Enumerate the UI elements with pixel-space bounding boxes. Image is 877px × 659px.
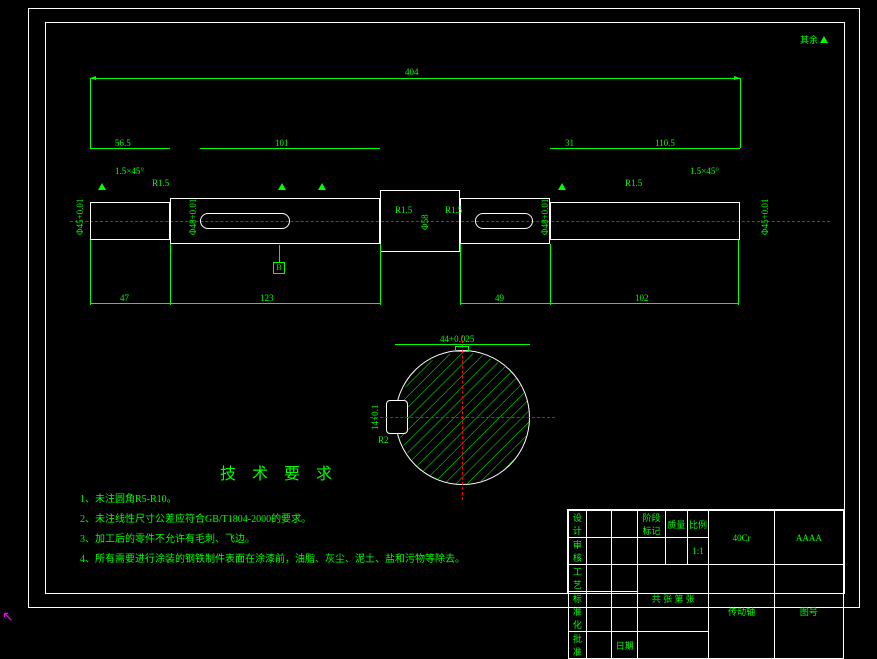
cad-cursor-icon: ↖ [2, 609, 14, 626]
dim-seg4-bot: 49 [495, 293, 504, 303]
dim-seg2-bot: 123 [260, 293, 274, 303]
tb-design-label: 设计 [569, 511, 587, 538]
keyway-right [475, 213, 533, 229]
tb-process-label: 工艺 [569, 565, 587, 592]
tb-date-label: 日期 [612, 632, 638, 659]
tb-check-label: 审核 [569, 538, 587, 565]
req-line-3: 3、加工后的零件不允许有毛刺、飞边。 [80, 530, 255, 545]
shaft-seg-1 [90, 202, 170, 240]
dim-chamfer-right: 1.5×45° [690, 166, 719, 176]
dim-seg4-top: 31 [565, 138, 574, 148]
datum-b: B [273, 262, 285, 274]
section-top-key [455, 346, 469, 352]
shaft-seg-5 [550, 202, 740, 240]
dim-seg5-bot: 102 [635, 293, 649, 303]
tb-approve-label: 批准 [569, 632, 587, 659]
dim-dia-mid-l: Φ48+0.01 [188, 199, 198, 235]
sf-mark-2 [278, 182, 286, 192]
sf-mark-4 [558, 182, 566, 192]
dim-r-right: R1.5 [625, 178, 642, 188]
dim-r-mid-l: R1.5 [395, 205, 412, 215]
sf-mark-3 [318, 182, 326, 192]
tb-sheet: 共 张 第 张 [638, 565, 709, 632]
dim-section-h: 14+0.1 [370, 405, 380, 430]
tb-std-label: 标准化 [569, 592, 587, 632]
req-line-2: 2、未注线性尺寸公差应符合GB/T1804-2000的要求。 [80, 510, 311, 525]
dim-seg1-bot: 47 [120, 293, 129, 303]
tb-company: AAAA [774, 511, 843, 565]
dim-dia-mid-r: Φ48+0.01 [540, 199, 550, 235]
tb-scale-label: 比例 [687, 511, 709, 538]
section-centerline-v [462, 335, 463, 500]
dim-section-w: 44+0.025 [440, 334, 474, 344]
dim-seg2-top: 101 [275, 138, 289, 148]
tb-material: 40Cr [709, 511, 774, 565]
dim-dia-mid: Φ58 [420, 214, 430, 230]
dim-dia-left: Φ45+0.01 [75, 199, 85, 235]
tb-scale: 1:1 [687, 538, 709, 565]
sf-mark-1 [98, 182, 106, 192]
title-block: 设计 阶段标记 质量 比例 40Cr AAAA 审核 1:1 工艺 共 张 第 … [567, 509, 845, 594]
dim-seg5-top: 110.5 [655, 138, 675, 148]
dim-overall: 404 [405, 67, 419, 77]
keyway-left [200, 213, 290, 229]
dim-r-mid-r: R1.5 [445, 205, 462, 215]
tb-stage: 阶段标记 [638, 511, 666, 538]
req-line-1: 1、未注圆角R5-R10。 [80, 490, 177, 505]
tb-drawing-no: 图号 [774, 565, 843, 659]
dim-chamfer-left: 1.5×45° [115, 166, 144, 176]
tb-part-name: 传动轴 [709, 565, 774, 659]
dim-overall-line [90, 78, 740, 79]
dim-seg1-top: 56.5 [115, 138, 131, 148]
tb-mass-label: 质量 [665, 511, 687, 538]
req-line-4: 4、所有需要进行涂装的钢铁制件表面在涂漆前，油脂、灰尘、泥土、盐和污物等除去。 [80, 550, 465, 565]
req-title: 技 术 要 求 [220, 460, 338, 484]
surface-finish-note: 其余 [800, 33, 828, 46]
dim-dia-right: Φ45+0.01 [760, 199, 770, 235]
dim-r-left: R1.5 [152, 178, 169, 188]
dim-section-r: R2 [378, 435, 389, 445]
